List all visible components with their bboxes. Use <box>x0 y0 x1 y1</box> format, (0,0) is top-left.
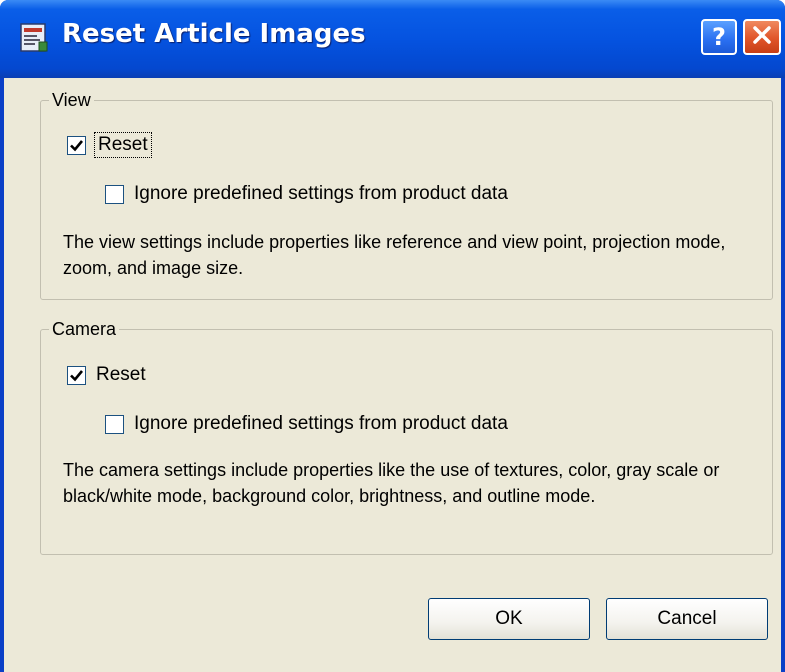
view-ignore-label[interactable]: Ignore predefined settings from product … <box>134 183 508 205</box>
view-reset-checkbox[interactable]: Reset <box>67 132 152 158</box>
title-bar[interactable]: Reset Article Images ? <box>0 0 785 78</box>
dialog-title: Reset Article Images <box>62 19 366 49</box>
view-description: The view settings include properties lik… <box>63 232 726 278</box>
dialog-window: Reset Article Images ? View Reset Ignore… <box>0 0 785 672</box>
camera-description: The camera settings include properties l… <box>63 460 720 506</box>
close-button[interactable] <box>743 19 781 55</box>
view-reset-label[interactable]: Reset <box>94 132 152 158</box>
camera-reset-label[interactable]: Reset <box>96 364 146 386</box>
checkbox-box[interactable] <box>105 184 124 204</box>
checkbox-box[interactable] <box>105 414 124 434</box>
checkbox-box[interactable] <box>67 135 86 155</box>
camera-group: Camera Reset Ignore predefined settings … <box>40 318 773 555</box>
camera-ignore-checkbox[interactable]: Ignore predefined settings from product … <box>105 413 508 435</box>
camera-group-legend: Camera <box>49 318 120 340</box>
checkbox-box[interactable] <box>67 365 86 385</box>
view-group-legend: View <box>49 89 94 111</box>
dialog-client-area: View Reset Ignore predefined settings fr… <box>4 78 781 672</box>
checkmark-icon <box>70 139 84 151</box>
checkmark-icon <box>70 369 84 381</box>
help-icon: ? <box>712 23 726 51</box>
document-icon <box>18 22 50 54</box>
view-group: View Reset Ignore predefined settings fr… <box>40 89 773 300</box>
cancel-button[interactable]: Cancel <box>606 598 768 640</box>
camera-reset-checkbox[interactable]: Reset <box>67 364 146 386</box>
camera-ignore-label[interactable]: Ignore predefined settings from product … <box>134 413 508 435</box>
view-ignore-checkbox[interactable]: Ignore predefined settings from product … <box>105 183 508 205</box>
help-button[interactable]: ? <box>701 19 737 55</box>
ok-button[interactable]: OK <box>428 598 590 640</box>
close-icon <box>751 24 773 50</box>
